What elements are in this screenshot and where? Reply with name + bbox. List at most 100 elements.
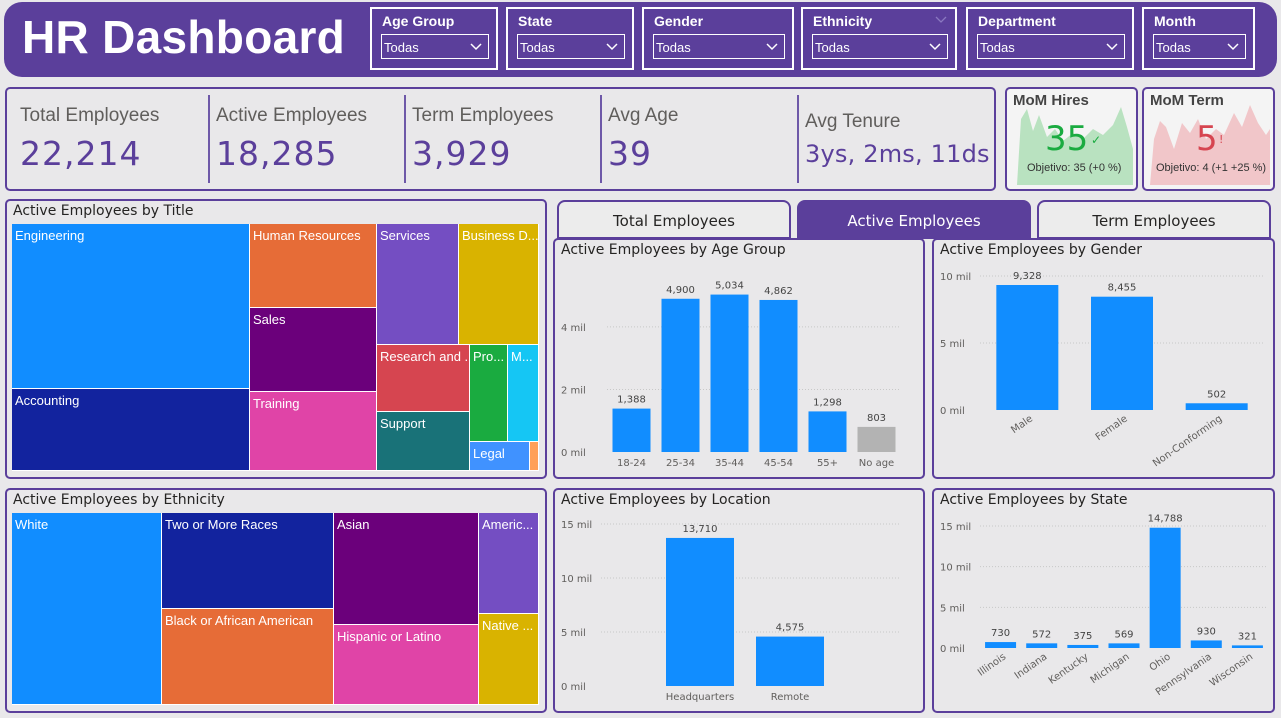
bar	[756, 636, 824, 686]
kpi-value-total-employees: 22,214	[20, 134, 142, 173]
ethnicity-treemap-title: Active Employees by Ethnicity	[13, 492, 225, 508]
data-label: 4,900	[666, 285, 695, 296]
mom-hires-goal: Objetivo: 35 (+0 %)	[1027, 162, 1122, 174]
treemap-cell[interactable]: Training	[250, 392, 377, 471]
slicer-department[interactable]: Department Todas	[966, 7, 1134, 70]
x-tick-label: 18-24	[617, 458, 646, 469]
treemap-cell[interactable]: Engineering	[12, 224, 250, 389]
slicer-dropdown[interactable]: Todas	[1153, 34, 1246, 59]
slicer-age-group[interactable]: Age Group Todas	[370, 7, 498, 70]
kpi-label-active-employees: Active Employees	[216, 105, 368, 126]
x-tick-label: Kentucky	[1047, 651, 1091, 686]
treemap-cell[interactable]: Asian	[334, 513, 479, 625]
treemap-cell[interactable]	[530, 442, 539, 471]
treemap-cell[interactable]: Native ...	[479, 614, 539, 705]
bar	[1108, 643, 1140, 648]
slicer-label: Department	[978, 13, 1056, 29]
slicer-ethnicity[interactable]: Ethnicity Todas	[801, 7, 957, 70]
slicer-value: Todas	[815, 40, 850, 55]
data-label: 1,388	[617, 395, 646, 406]
treemap-cell[interactable]: Hispanic or Latino	[334, 625, 479, 705]
bar	[857, 426, 896, 452]
treemap-cell[interactable]: Business D...	[459, 224, 539, 345]
x-tick-label: Wisconsin	[1208, 651, 1255, 689]
bar	[710, 294, 749, 452]
slicer-label: Age Group	[382, 13, 455, 29]
x-tick-label: 25-34	[666, 458, 695, 469]
slicer-state[interactable]: State Todas	[506, 7, 634, 70]
treemap-cell[interactable]: Support	[377, 412, 470, 471]
treemap-cell[interactable]: Sales	[250, 308, 377, 392]
location-chart-panel: Active Employees by Location 0 mil 5 mil 1…	[553, 488, 925, 713]
slicer-month[interactable]: Month Todas	[1142, 7, 1255, 70]
state-bar-chart[interactable]: 0 mil 5 mil 10 mil 15 mil 730 Illinois 572 Indi…	[934, 490, 1273, 711]
treemap-cell[interactable]: Black or African American	[162, 609, 334, 705]
treemap-cell[interactable]: Americ...	[479, 513, 539, 614]
y-tick-label: 0 mil	[940, 644, 965, 655]
treemap-cell[interactable]: Research and ...	[377, 345, 470, 412]
slicer-dropdown[interactable]: Todas	[381, 34, 489, 59]
bar	[1231, 645, 1263, 648]
treemap-cell[interactable]: Services	[377, 224, 459, 345]
slicer-label: Ethnicity	[813, 13, 873, 29]
treemap-cell[interactable]: M...	[508, 345, 539, 442]
gender-bar-chart[interactable]: 0 mil 5 mil 10 mil 9,328 Male 8,455 Female 502 N…	[934, 240, 1273, 477]
age-group-bar-chart[interactable]: 0 mil 2 mil 4 mil 1,388 18-24 4,900 25-34 5,034…	[555, 240, 923, 477]
y-tick-label: 15 mil	[940, 522, 971, 533]
x-tick-label: No age	[859, 458, 894, 469]
divider	[404, 95, 406, 183]
kpi-value-avg-tenure: 3ys, 2ms, 11ds	[805, 140, 990, 168]
treemap-cell[interactable]: Human Resources	[250, 224, 377, 308]
data-label: 502	[1207, 389, 1226, 400]
x-tick-label: 35-44	[715, 458, 744, 469]
treemap-cell[interactable]: Accounting	[12, 389, 250, 471]
tab-active-employees[interactable]: Active Employees	[797, 200, 1031, 239]
treemap-cell[interactable]: Pro...	[470, 345, 508, 442]
x-tick-label: Michigan	[1089, 651, 1132, 686]
bar	[1185, 403, 1248, 410]
data-label: 930	[1197, 626, 1216, 637]
gender-chart-panel: Active Employees by Gender 0 mil 5 mil 10 …	[932, 238, 1275, 479]
treemap-cell[interactable]: Legal	[470, 442, 530, 471]
kpi-label-total-employees: Total Employees	[20, 105, 160, 126]
slicer-dropdown[interactable]: Todas	[517, 34, 625, 59]
x-tick-label: Non-Conforming	[1151, 413, 1224, 469]
tab-term-employees[interactable]: Term Employees	[1037, 200, 1271, 239]
slicer-value: Todas	[520, 40, 555, 55]
data-label: 13,710	[683, 524, 718, 535]
y-tick-label: 5 mil	[940, 339, 965, 350]
divider	[797, 95, 799, 183]
treemap-cell[interactable]: Two or More Races	[162, 513, 334, 609]
slicer-gender[interactable]: Gender Todas	[642, 7, 794, 70]
y-tick-label: 4 mil	[561, 323, 586, 334]
x-tick-label: 55+	[817, 458, 838, 469]
alert-icon: !	[1219, 133, 1224, 146]
x-tick-label: Male	[1009, 413, 1035, 436]
y-tick-label: 5 mil	[561, 628, 586, 639]
kpi-value-term-employees: 3,929	[412, 134, 512, 173]
bar	[759, 299, 798, 452]
mom-term-card[interactable]: MoM Term 5 ! Objetivo: 4 (+1 +25 %)	[1142, 87, 1275, 191]
x-tick-label: Illinois	[976, 651, 1008, 678]
tab-total-employees[interactable]: Total Employees	[557, 200, 791, 239]
data-label: 5,034	[715, 281, 744, 292]
slicer-value: Todas	[384, 40, 419, 55]
location-bar-chart[interactable]: 0 mil 5 mil 10 mil 15 mil 13,710 Headquarters…	[555, 490, 923, 711]
mom-hires-card[interactable]: MoM Hires 35 ✓ Objetivo: 35 (+0 %)	[1005, 87, 1138, 191]
x-tick-label: Remote	[771, 692, 810, 703]
slicer-dropdown[interactable]: Todas	[977, 34, 1125, 59]
bar	[1149, 527, 1181, 648]
y-tick-label: 0 mil	[561, 448, 586, 459]
bar	[661, 298, 700, 452]
slicer-dropdown[interactable]: Todas	[653, 34, 785, 59]
treemap-cell[interactable]: White	[12, 513, 162, 705]
divider	[208, 95, 210, 183]
bar	[985, 642, 1017, 648]
kpi-value-active-employees: 18,285	[216, 134, 338, 173]
y-tick-label: 10 mil	[561, 574, 592, 585]
bar	[1067, 644, 1099, 648]
bar	[1026, 643, 1058, 648]
mom-hires-value: 35	[1045, 119, 1089, 159]
mom-term-goal: Objetivo: 4 (+1 +25 %)	[1156, 162, 1267, 174]
slicer-dropdown[interactable]: Todas	[812, 34, 948, 59]
